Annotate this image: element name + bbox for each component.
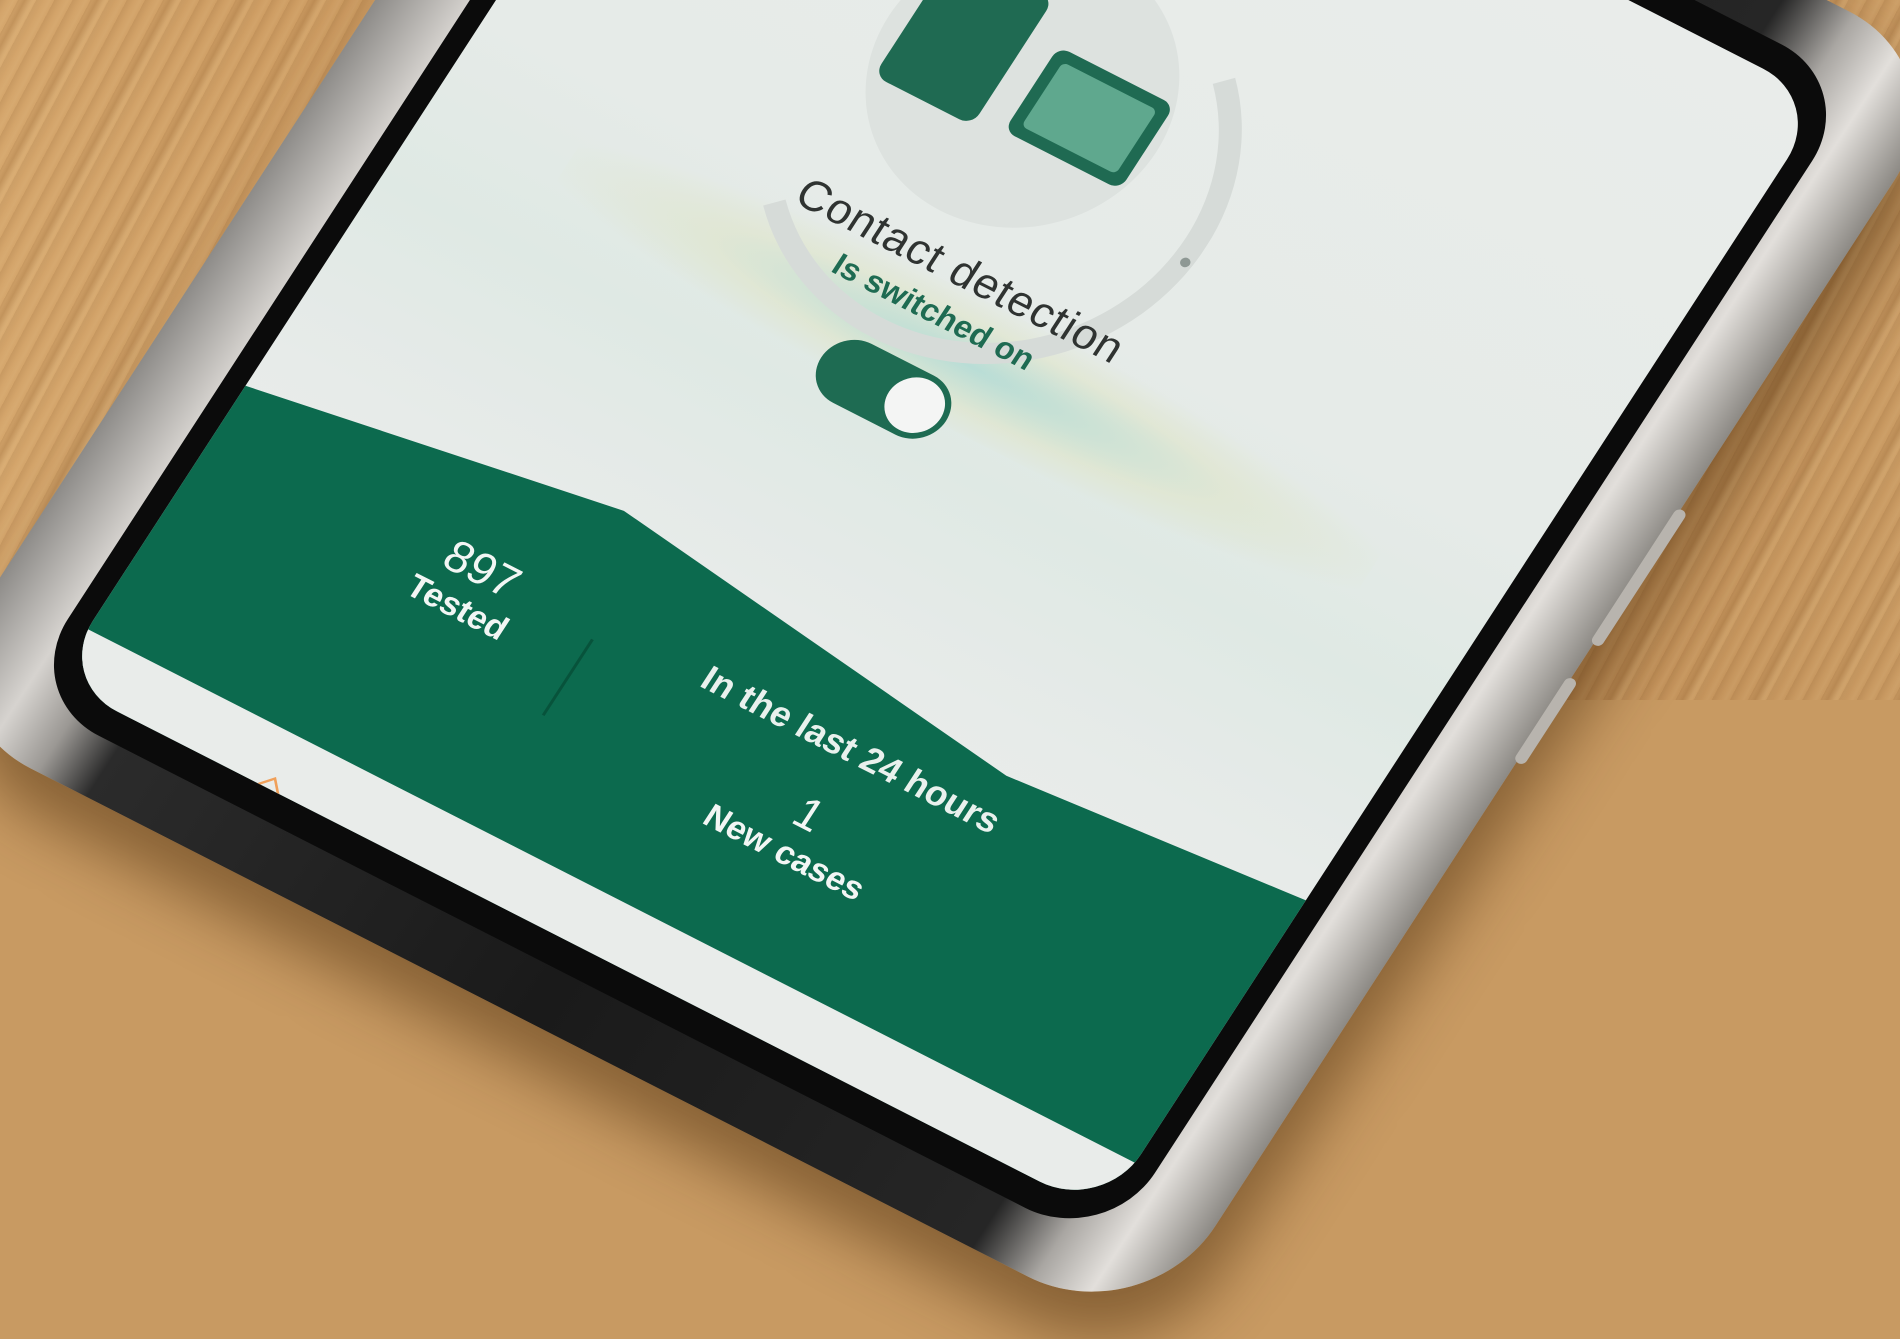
phone-bezel: Contact detection Is switched on 897 Tes… (18, 0, 1862, 1249)
phone-screen: Contact detection Is switched on 897 Tes… (54, 0, 1826, 1214)
power-button (1512, 676, 1579, 766)
